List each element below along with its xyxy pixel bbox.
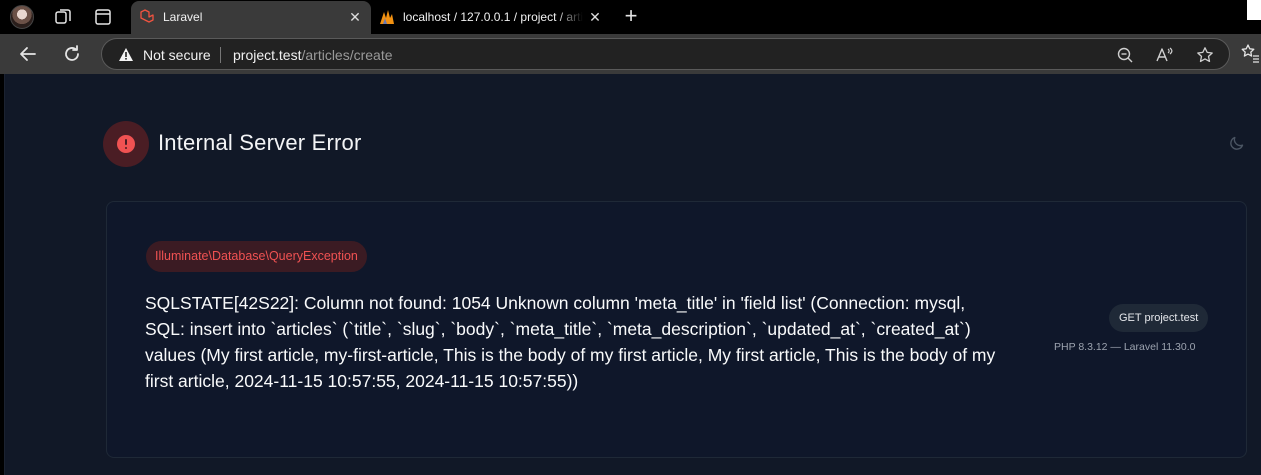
url-path: /articles/create — [301, 47, 393, 63]
tab-phpmyadmin[interactable]: localhost / 127.0.0.1 / project / articl… — [371, 1, 611, 34]
theme-toggle-moon-icon[interactable] — [1229, 135, 1245, 151]
favorite-star-icon[interactable] — [1196, 46, 1214, 64]
error-icon — [103, 121, 149, 167]
tab-title: localhost / 127.0.0.1 / project / articl… — [403, 10, 583, 24]
exception-message: SQLSTATE[42S22]: Column not found: 1054 … — [145, 293, 996, 391]
back-arrow-icon[interactable] — [17, 43, 39, 65]
address-bar[interactable]: Not secure project.test/articles/create — [101, 38, 1230, 70]
request-badge: GET project.test — [1109, 304, 1209, 332]
phpmyadmin-icon — [380, 10, 394, 24]
warning-icon[interactable] — [118, 47, 134, 62]
tab-laravel[interactable]: Laravel ✕ — [131, 1, 371, 34]
exception-class-badge: Illuminate\Database\QueryException — [146, 241, 367, 272]
page-title: Internal Server Error — [158, 130, 362, 155]
window-corner — [1247, 0, 1261, 20]
exception-card: Illuminate\Database\QueryException SQLST… — [106, 201, 1247, 458]
close-tab-icon[interactable]: ✕ — [587, 9, 603, 25]
tab-strip: Laravel ✕ localhost / 127.0.0.1 / projec… — [0, 0, 1261, 34]
refresh-icon[interactable] — [61, 43, 83, 65]
new-tab-button[interactable]: + — [620, 5, 642, 28]
version-info: PHP 8.3.12 — Laravel 11.30.0 — [1054, 341, 1196, 353]
browser-toolbar: Not secure project.test/articles/create — [0, 34, 1261, 74]
favorites-bar-icon[interactable] — [1240, 43, 1260, 63]
url-text[interactable]: project.test/articles/create — [233, 47, 393, 63]
laravel-icon — [140, 9, 154, 23]
url-host: project.test — [233, 47, 302, 63]
tab-actions-icon[interactable] — [93, 7, 113, 27]
zoom-out-icon[interactable] — [1116, 46, 1134, 64]
profile-avatar[interactable] — [10, 5, 34, 29]
tab-title: Laravel — [163, 10, 203, 24]
close-tab-icon[interactable]: ✕ — [347, 9, 363, 25]
read-aloud-icon[interactable] — [1155, 46, 1173, 64]
workspaces-icon[interactable] — [53, 7, 73, 27]
address-divider — [220, 47, 221, 63]
security-status-label[interactable]: Not secure — [143, 47, 211, 63]
page-viewport: Internal Server Error Illuminate\Databas… — [4, 74, 1261, 475]
